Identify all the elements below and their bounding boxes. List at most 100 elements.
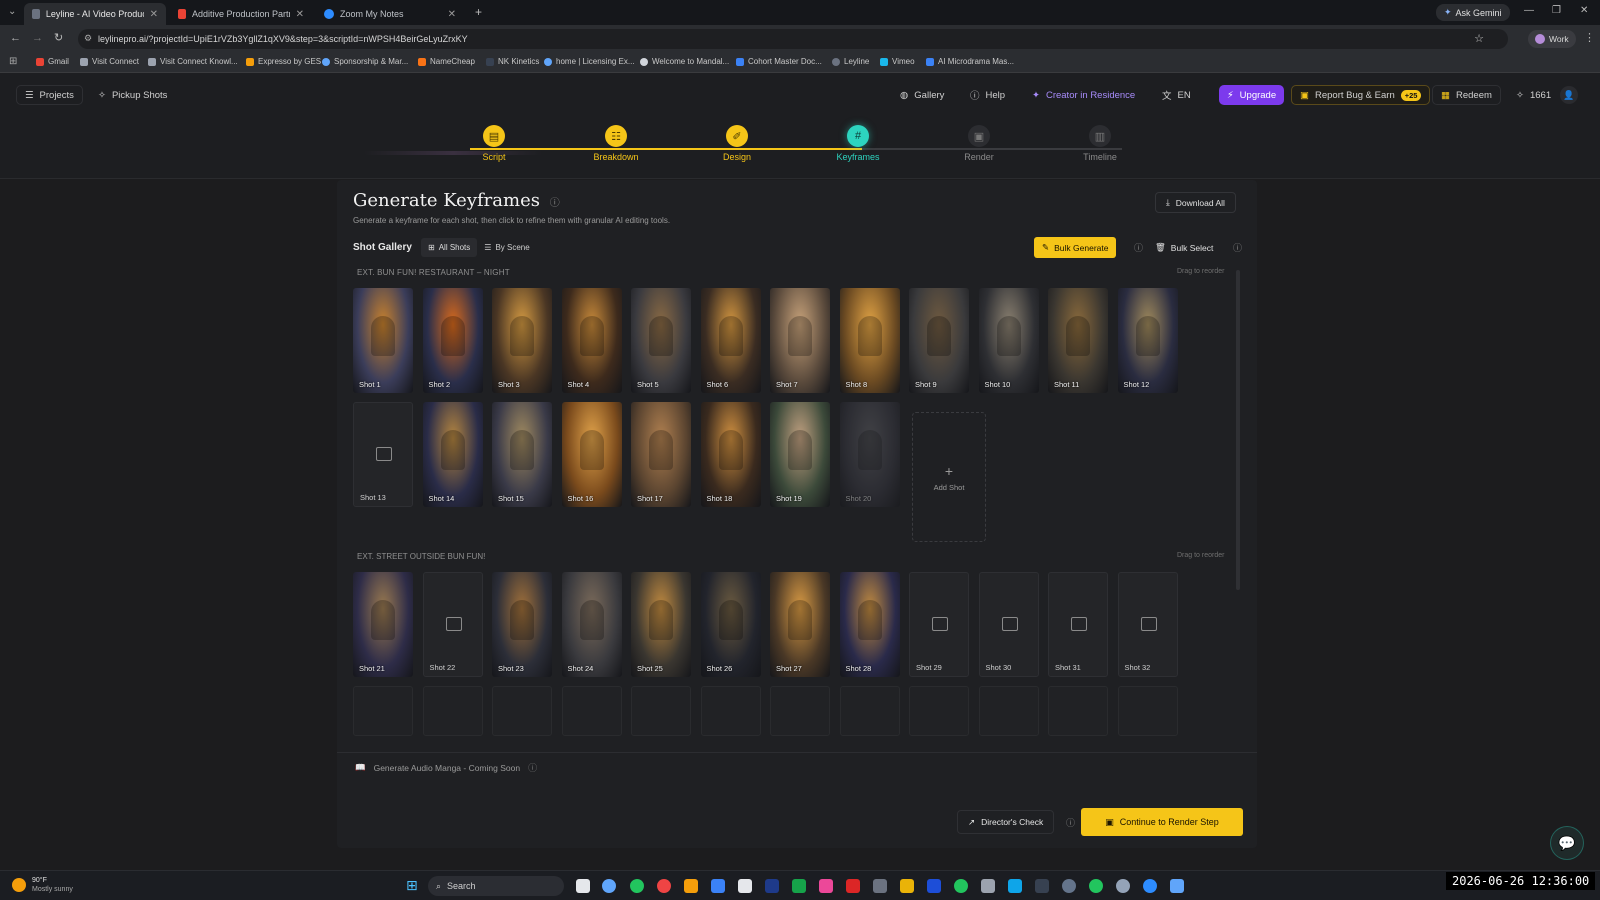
app-icon[interactable] <box>927 879 941 893</box>
shot-card[interactable]: Shot 7 <box>770 288 830 393</box>
help-button[interactable]: ⓘ Help <box>962 85 1013 105</box>
app-icon[interactable] <box>819 879 833 893</box>
browser-tab-zoom[interactable]: Zoom My Notes ✕ <box>316 3 464 25</box>
shot-card[interactable]: Shot 13 <box>353 402 413 507</box>
shot-card[interactable]: Shot 19 <box>770 402 830 507</box>
bookmark-leyline[interactable]: Leyline <box>832 57 869 66</box>
shot-card[interactable]: Shot 21 <box>353 572 413 677</box>
windows-start-icon[interactable]: ⊞ <box>406 877 418 894</box>
shot-card[interactable]: Shot 9 <box>909 288 969 393</box>
by-scene-tab[interactable]: ☰ By Scene <box>477 238 536 257</box>
projects-button[interactable]: ☰ Projects <box>16 85 83 105</box>
all-shots-tab[interactable]: ⊞ All Shots <box>421 238 478 257</box>
app-icon[interactable] <box>1035 879 1049 893</box>
settings-icon[interactable] <box>1116 879 1130 893</box>
bulk-select-help-icon[interactable]: ⓘ <box>1233 241 1242 254</box>
zoom-icon[interactable] <box>1143 879 1157 893</box>
shot-card[interactable]: Shot 1 <box>353 288 413 393</box>
gallery-button[interactable]: ◍ Gallery <box>892 85 952 105</box>
bulk-select-button[interactable]: 🗑 Bulk Select <box>1148 237 1220 258</box>
app-icon[interactable] <box>1008 879 1022 893</box>
add-shot-button[interactable]: + Add Shot <box>912 412 986 542</box>
shot-card[interactable]: Shot 15 <box>492 402 552 507</box>
bookmark-visit-connect[interactable]: Visit Connect <box>80 57 139 66</box>
directors-check-help-icon[interactable]: ⓘ <box>1066 816 1075 829</box>
bulk-generate-button[interactable]: ✎ Bulk Generate <box>1034 237 1117 258</box>
reload-icon[interactable]: ↻ <box>54 31 63 44</box>
app-icon[interactable] <box>873 879 887 893</box>
close-tab-icon[interactable]: ✕ <box>150 9 158 20</box>
site-info-icon[interactable]: ⚙ <box>84 33 92 44</box>
shot-card[interactable]: Shot 27 <box>770 572 830 677</box>
bulk-generate-help-icon[interactable]: ⓘ <box>1134 241 1143 254</box>
pickup-shots-button[interactable]: ✧ Pickup Shots <box>90 85 175 105</box>
bookmark-vimeo[interactable]: Vimeo <box>880 57 915 66</box>
shot-card[interactable]: Shot 17 <box>631 402 691 507</box>
shot-card[interactable]: Shot 30 <box>978 572 1039 677</box>
continue-render-button[interactable]: ▣ Continue to Render Step <box>1081 808 1243 836</box>
shot-card[interactable]: Shot 10 <box>978 288 1039 393</box>
shot-card[interactable]: Shot 12 <box>1117 288 1178 393</box>
shot-card[interactable]: Shot 4 <box>561 288 622 393</box>
bookmark-namecheap[interactable]: NameCheap <box>418 57 475 66</box>
step-keyframes[interactable]: # Keyframes <box>818 125 898 162</box>
shot-card[interactable]: Shot 26 <box>700 572 761 677</box>
shot-card[interactable]: Shot 8 <box>839 288 900 393</box>
upgrade-button[interactable]: ⚡ Upgrade <box>1219 85 1285 105</box>
shot-card[interactable]: Shot 11 <box>1048 288 1108 393</box>
close-tab-icon[interactable]: ✕ <box>296 9 304 20</box>
close-window-icon[interactable]: ✕ <box>1580 5 1588 16</box>
browser-tab-leyline[interactable]: Leyline - AI Video Production P ✕ <box>24 3 166 25</box>
bookmark-sponsorship[interactable]: Sponsorship & Mar... <box>322 57 408 66</box>
redeem-button[interactable]: ▦ Redeem <box>1432 85 1501 105</box>
shot-card[interactable]: Shot 2 <box>422 288 483 393</box>
chrome-icon[interactable] <box>657 879 671 893</box>
step-script[interactable]: ▤ Script <box>454 125 534 162</box>
bookmark-expresso[interactable]: Expresso by GES <box>246 57 321 66</box>
tab-list-icon[interactable]: ⌄ <box>8 6 16 17</box>
app-icon[interactable] <box>1062 879 1076 893</box>
audio-manga-help-icon[interactable]: ⓘ <box>528 761 537 774</box>
url-bar[interactable]: ⚙ leylinepro.ai/?projectId=UpiE1rVZb3Ygl… <box>78 29 1508 49</box>
bookmark-star-icon[interactable]: ☆ <box>1474 32 1484 45</box>
whatsapp-icon[interactable] <box>1089 879 1103 893</box>
bookmark-gmail[interactable]: Gmail <box>36 57 69 66</box>
shot-card[interactable]: Shot 14 <box>422 402 483 507</box>
shot-card[interactable]: Shot 31 <box>1048 572 1108 677</box>
shot-card[interactable]: Shot 24 <box>561 572 622 677</box>
browser-tab-gmail[interactable]: Additive Production Partner - n ✕ <box>170 3 312 25</box>
chat-support-icon[interactable]: 💬 <box>1550 826 1584 860</box>
bookmark-nk-kinetics[interactable]: NK Kinetics <box>486 57 539 66</box>
profile-chip[interactable]: Work <box>1528 30 1576 48</box>
shot-card[interactable]: Shot 25 <box>631 572 691 677</box>
shot-card[interactable]: Shot 3 <box>492 288 552 393</box>
app-icon[interactable] <box>792 879 806 893</box>
bookmark-microdrama[interactable]: AI Microdrama Mas... <box>926 57 1014 66</box>
user-avatar-icon[interactable]: 👤 <box>1560 86 1578 104</box>
close-tab-icon[interactable]: ✕ <box>448 9 456 20</box>
weather-widget[interactable]: 90°F Mostly sunny <box>12 876 73 894</box>
restore-icon[interactable]: ❐ <box>1552 5 1561 16</box>
chrome-icon[interactable] <box>630 879 644 893</box>
spotify-icon[interactable] <box>954 879 968 893</box>
forward-icon[interactable]: → <box>32 32 43 44</box>
shot-card[interactable]: Shot 16 <box>561 402 622 507</box>
shot-card[interactable]: Shot 32 <box>1117 572 1178 677</box>
shot-card[interactable]: Shot 5 <box>631 288 691 393</box>
file-explorer-icon[interactable] <box>900 879 914 893</box>
credits-display[interactable]: ✧ 1661 <box>1508 85 1559 105</box>
step-render[interactable]: ▣ Render <box>939 125 1019 162</box>
apps-grid-icon[interactable]: ⊞ <box>9 56 17 67</box>
bookmark-mandala[interactable]: Welcome to Mandal... <box>640 57 729 66</box>
taskbar-search[interactable]: ⌕ Search <box>428 876 564 896</box>
copilot-icon[interactable] <box>602 879 616 893</box>
ask-gemini-button[interactable]: ✦ Ask Gemini <box>1436 4 1510 21</box>
gallery-scrollbar[interactable] <box>1236 270 1240 590</box>
notepad-icon[interactable] <box>1170 879 1184 893</box>
shot-card[interactable]: Shot 20 <box>839 402 900 507</box>
shot-card[interactable]: Shot 23 <box>492 572 552 677</box>
step-breakdown[interactable]: ☷ Breakdown <box>576 125 656 162</box>
step-design[interactable]: ✐ Design <box>697 125 777 162</box>
shot-card[interactable]: Shot 29 <box>909 572 969 677</box>
shot-card[interactable]: Shot 18 <box>700 402 761 507</box>
